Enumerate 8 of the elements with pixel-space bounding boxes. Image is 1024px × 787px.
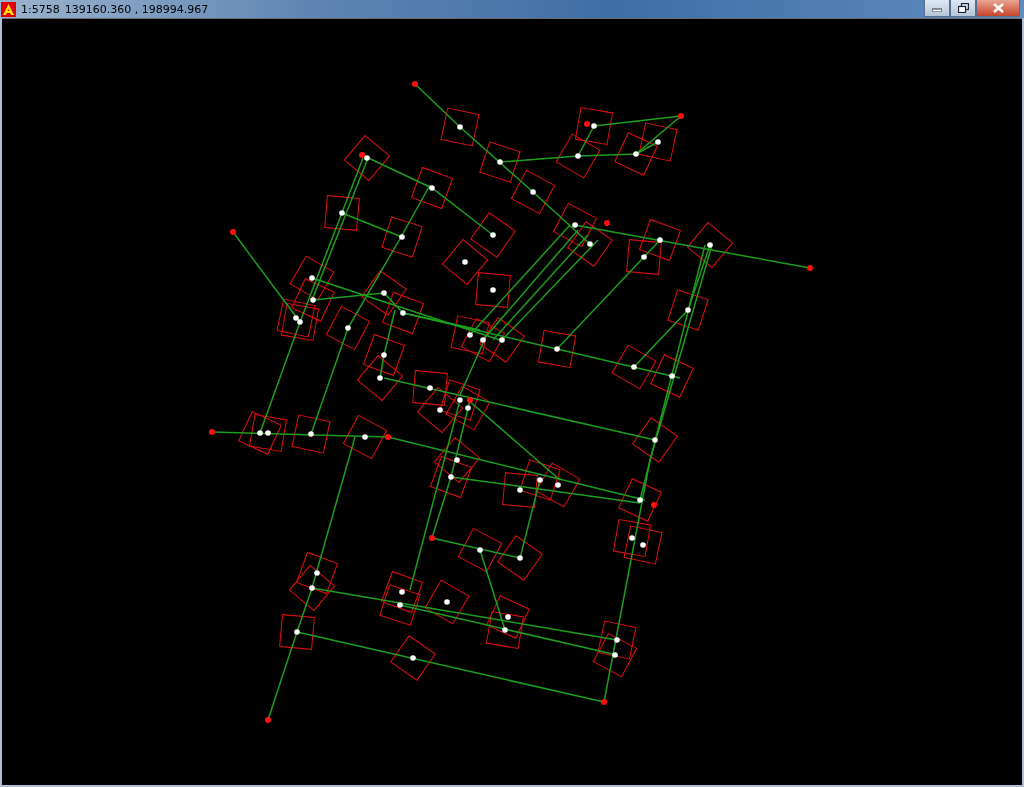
app-icon	[1, 1, 16, 17]
close-button[interactable]	[976, 0, 1020, 17]
restore-icon	[957, 3, 969, 13]
restore-button[interactable]	[950, 0, 976, 17]
close-icon	[992, 3, 1004, 13]
minimize-button[interactable]	[924, 0, 950, 17]
scale-text: 1:5758	[21, 2, 60, 16]
coordinates-text: 139160.360 , 198994.967	[64, 2, 209, 16]
